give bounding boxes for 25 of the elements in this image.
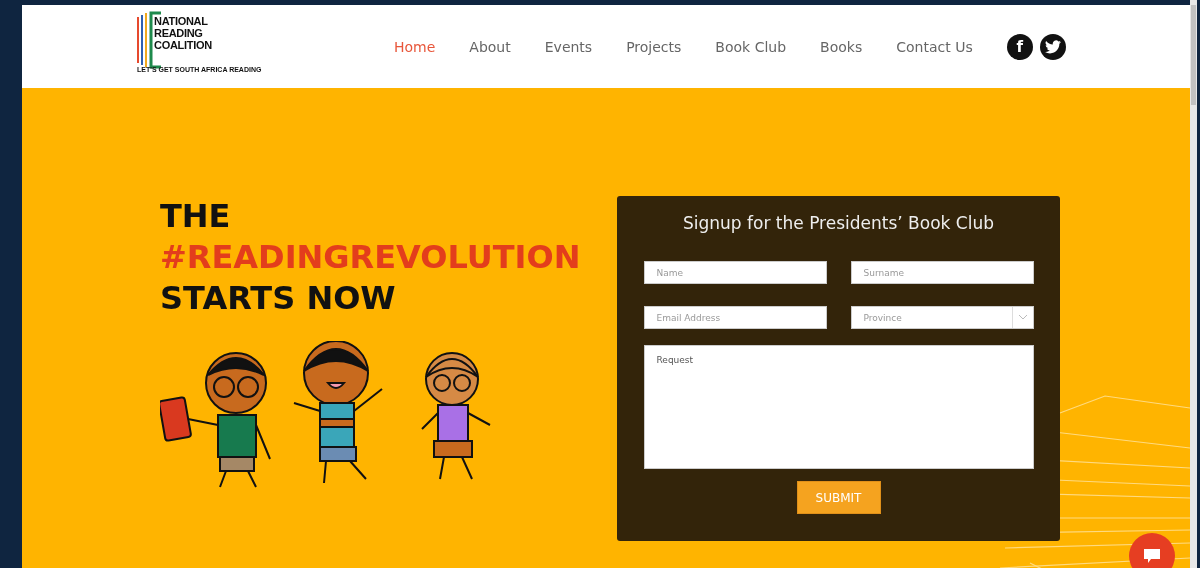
input-field[interactable]: Name (643, 261, 827, 284)
nav-link[interactable]: Projects (626, 38, 682, 55)
logo-text: COALITION (154, 38, 213, 51)
province-dropdown[interactable]: Province (850, 306, 1034, 329)
chat-bubble-icon (1144, 549, 1160, 563)
nav-link[interactable]: Home (394, 38, 436, 55)
nav-link[interactable]: Book Club (715, 38, 787, 55)
nav-link[interactable]: Events (544, 38, 593, 55)
logo-text: NATIONAL (154, 14, 209, 27)
hero-heading: #READINGREVOLUTION (160, 237, 582, 278)
hero-heading: THE (160, 196, 232, 237)
input-field[interactable]: Email Address (643, 306, 827, 329)
nav-link[interactable]: Books (820, 38, 863, 55)
caret-icon (1018, 315, 1027, 320)
chat-button[interactable] (1129, 533, 1175, 568)
twitter-bird-icon[interactable] (1039, 33, 1066, 60)
facebook-icon[interactable]: f (1006, 33, 1033, 60)
input-field[interactable]: Surname (850, 261, 1034, 284)
nav-link[interactable]: Contact Us (896, 38, 973, 55)
scrollbar[interactable] (1190, 0, 1197, 568)
request-textarea[interactable]: Request (643, 345, 1034, 469)
nav-link[interactable]: About (469, 38, 511, 55)
logo-text: READING (154, 26, 204, 39)
hero-heading: STARTS NOW (160, 278, 397, 319)
form-title: Signup for the Presidents’ Book Club (683, 213, 994, 233)
